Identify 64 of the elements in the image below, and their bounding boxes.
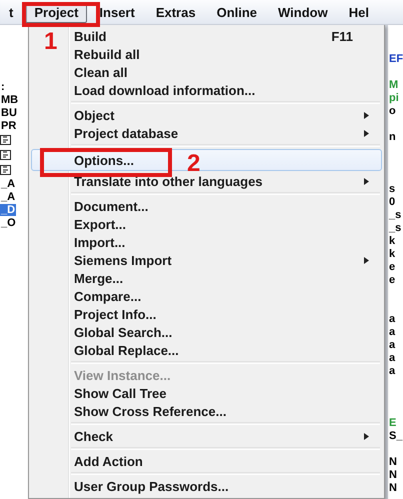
submenu-arrow-icon	[364, 112, 369, 118]
menu-item[interactable]: Compare...	[71, 287, 382, 305]
tree-item[interactable]: _A	[0, 178, 16, 190]
code-text: a	[388, 339, 396, 351]
code-text: a	[388, 326, 396, 338]
menu-item[interactable]: Check	[71, 427, 382, 445]
menu-item[interactable]: Add Action	[71, 452, 382, 470]
code-text: k	[388, 248, 396, 260]
code-text: N	[388, 469, 398, 481]
code-text: _s	[388, 222, 402, 234]
tree-item[interactable]: BU	[0, 107, 18, 119]
tree-item[interactable]: MB	[0, 94, 20, 106]
code-text: _s	[388, 209, 402, 221]
code-text: S_	[388, 430, 403, 442]
code-text: k	[388, 235, 396, 247]
menu-item[interactable]: Clean all	[71, 63, 382, 81]
code-text: N	[388, 456, 398, 468]
code-text: e	[388, 261, 396, 273]
menu-item[interactable]: Window	[269, 2, 337, 22]
menu-item[interactable]: Extras	[146, 2, 205, 22]
menu-item[interactable]: Show Cross Reference...	[71, 402, 382, 420]
code-text: EF	[388, 53, 403, 65]
submenu-arrow-icon	[364, 178, 369, 184]
submenu-arrow-icon	[364, 130, 369, 136]
tree-item[interactable]: :	[0, 81, 6, 93]
code-text: E	[388, 417, 398, 429]
menu-item[interactable]: Translate into other languages	[71, 172, 382, 190]
menu-item[interactable]: Hel	[340, 2, 378, 22]
code-text: o	[388, 105, 397, 117]
menu-item[interactable]: Online	[208, 2, 266, 22]
tree-item[interactable]: PR	[0, 120, 18, 132]
menu-item[interactable]: Insert	[90, 2, 144, 22]
code-text: a	[388, 313, 396, 325]
menu-item[interactable]: Show Call Tree	[71, 384, 382, 402]
code-text: pi	[388, 92, 400, 104]
menu-item[interactable]: Export...	[71, 215, 382, 233]
menu-item[interactable]: Build F11	[71, 27, 382, 45]
step-number: 1	[44, 31, 58, 53]
code-text: N	[388, 482, 398, 494]
menu-item[interactable]: Project database	[71, 124, 382, 142]
tree-item[interactable]: _D	[0, 204, 16, 216]
code-text: a	[388, 365, 396, 377]
menu-item[interactable]: Global Search...	[71, 323, 382, 341]
tree-item[interactable]: _A	[0, 191, 16, 203]
code-text: s	[388, 183, 396, 195]
code-text: a	[388, 352, 396, 364]
menu-item[interactable]: Project Info...	[71, 305, 382, 323]
code-text: n	[388, 131, 397, 143]
menu-item[interactable]: Import...	[71, 233, 382, 251]
submenu-arrow-icon	[364, 432, 369, 440]
menu-item[interactable]: Global Replace...	[71, 341, 382, 359]
menu-item[interactable]: Object	[71, 106, 382, 124]
menu-item[interactable]: Merge...	[71, 269, 382, 287]
code-text: e	[388, 274, 396, 286]
code-text: 0	[388, 196, 396, 208]
tree-item[interactable]: _O	[0, 217, 17, 229]
menu-item[interactable]: Rebuild all	[71, 45, 382, 63]
menu-item[interactable]: Siemens Import	[71, 251, 382, 269]
menu-item[interactable]: User Group Passwords...	[71, 477, 382, 495]
code-text: M	[388, 79, 400, 91]
menu-item[interactable]: Document...	[71, 197, 382, 215]
menu-item[interactable]: t	[0, 2, 22, 22]
menu-item[interactable]: Load download information...	[71, 81, 382, 99]
submenu-arrow-icon	[364, 256, 369, 264]
